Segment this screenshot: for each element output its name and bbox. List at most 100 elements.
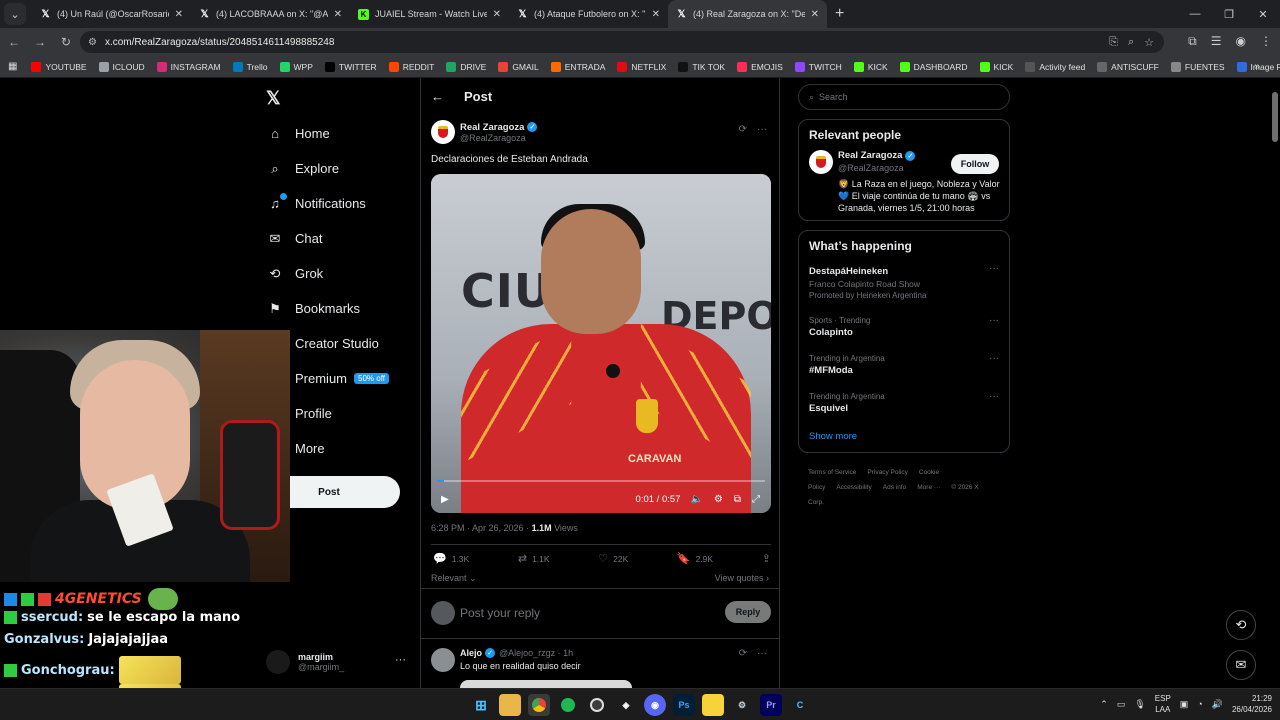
video-player[interactable]: CIU DEPORTIV CARAVAN ▶ 0:01 / 0:57 🔈 ⚙ ⧉… xyxy=(431,174,771,513)
bookmark-item[interactable]: KICK xyxy=(853,61,888,72)
trend-item[interactable]: DestapáHeineken Franco Colapinto Road Sho… xyxy=(799,259,1009,311)
app-c-icon[interactable]: C xyxy=(789,694,811,716)
tab-close-icon[interactable]: ✕ xyxy=(811,9,819,20)
author-handle[interactable]: @RealZaragoza xyxy=(460,133,537,143)
nav-home[interactable]: ⌂ Home xyxy=(266,116,416,151)
bookmark-item[interactable]: DRIVE xyxy=(446,61,486,72)
nav-explore[interactable]: ⌕ Explore xyxy=(266,151,416,186)
browser-tab[interactable]: 𝕏 (4) Un Raúl (@OscarRosario56) ✕ xyxy=(32,0,191,28)
trend-item[interactable]: Trending in Argentina #MFModa ··· xyxy=(799,349,1009,387)
restore-icon[interactable]: ❐ xyxy=(1212,8,1246,21)
obs-icon[interactable] xyxy=(586,694,608,716)
show-more-link[interactable]: Show more xyxy=(799,425,1009,452)
bookmark-item[interactable]: GMAIL xyxy=(498,61,539,72)
back-arrow-icon[interactable]: ← xyxy=(431,89,444,104)
browser-tab[interactable]: K JUAIEL Stream - Watch Live on ✕ xyxy=(350,0,509,28)
bookmark-item[interactable]: ENTRADA xyxy=(550,61,605,72)
tray-overflow-icon[interactable]: ⌃ xyxy=(1100,699,1108,710)
browser-menu-icon[interactable]: ⋮ xyxy=(1260,34,1272,49)
apps-grid-icon[interactable]: ▦ xyxy=(8,61,17,72)
bookmark-item[interactable]: WPP xyxy=(279,61,313,72)
x-logo-icon[interactable]: 𝕏 xyxy=(266,88,281,109)
close-window-icon[interactable]: ✕ xyxy=(1246,8,1280,21)
messages-fab-icon[interactable]: ✉ xyxy=(1226,650,1256,680)
address-bar[interactable]: ⚙ x.com/RealZaragoza/status/204851461149… xyxy=(80,31,1164,53)
star-icon[interactable]: ☆ xyxy=(1144,36,1154,49)
bookmark-item[interactable]: REDDIT xyxy=(388,61,434,72)
trend-more-icon[interactable]: ··· xyxy=(989,391,999,402)
chrome-icon[interactable] xyxy=(528,694,550,716)
trend-more-icon[interactable]: ··· xyxy=(989,315,999,326)
bookmark-item[interactable]: NETFLIX xyxy=(617,61,666,72)
avatar[interactable] xyxy=(431,648,455,672)
grok-icon[interactable]: ⟳ xyxy=(739,648,747,659)
video-progress-bar[interactable] xyxy=(437,480,765,482)
page-scrollbar[interactable] xyxy=(1272,78,1278,688)
real-zaragoza-avatar[interactable] xyxy=(431,120,455,144)
person-name[interactable]: Real Zaragoza xyxy=(838,150,902,161)
scrollbar-thumb[interactable] xyxy=(1272,92,1278,142)
grok-fab-icon[interactable]: ⟲ xyxy=(1226,610,1256,640)
bookmark-item[interactable]: INSTAGRAM xyxy=(156,61,221,72)
reply-input[interactable]: Post your reply xyxy=(460,606,540,620)
reply-button[interactable]: Reply xyxy=(725,601,771,623)
bookmark-item[interactable]: FUENTES xyxy=(1170,61,1225,72)
browser-tab[interactable]: 𝕏 (4) Real Zaragoza on X: "Declar ✕ xyxy=(668,0,827,28)
bookmark-item[interactable]: Trello xyxy=(232,61,268,72)
footer-link[interactable]: Terms of Service xyxy=(808,469,856,476)
bookmark-item[interactable]: Activity feed xyxy=(1025,61,1085,72)
search-input[interactable]: ⌕ Search xyxy=(798,84,1010,110)
footer-link[interactable]: More ··· xyxy=(917,484,940,491)
tab-close-icon[interactable]: ✕ xyxy=(493,9,501,20)
nav-notifications[interactable]: ♫ Notifications xyxy=(266,186,416,221)
trend-more-icon[interactable]: ··· xyxy=(989,353,999,364)
tab-search-button[interactable]: ⌄ xyxy=(4,3,26,25)
footer-link[interactable]: Privacy Policy xyxy=(867,469,907,476)
settings-icon[interactable]: ⚙ xyxy=(714,494,723,505)
footer-link[interactable]: Accessibility xyxy=(836,484,871,491)
clock[interactable]: 21:29 26/04/2026 xyxy=(1232,693,1272,715)
steam-icon[interactable]: ⚙ xyxy=(731,694,753,716)
file-explorer-icon[interactable] xyxy=(499,694,521,716)
browser-tab[interactable]: 𝕏 (4) LACOBRAAA on X: "@Ataqu ✕ xyxy=(191,0,350,28)
like-action[interactable]: ♡ 22K xyxy=(598,552,628,565)
site-info-icon[interactable]: ⚙ xyxy=(88,37,97,48)
discord-icon[interactable]: ◉ xyxy=(644,694,666,716)
trend-item[interactable]: Trending in Argentina Esquivel ··· xyxy=(799,387,1009,425)
trend-item[interactable]: Sports · Trending Colapinto ··· xyxy=(799,311,1009,349)
share-action[interactable]: ⇪ xyxy=(762,552,771,565)
bookmarks-overflow-icon[interactable]: » xyxy=(1254,61,1260,72)
bookmark-action[interactable]: 🔖 2.9K xyxy=(677,552,713,565)
bookmark-item[interactable]: YOUTUBE xyxy=(31,61,87,72)
new-tab-button[interactable]: + xyxy=(835,5,844,23)
grok-icon[interactable]: ⟳ xyxy=(739,124,747,135)
bookmark-item[interactable]: ICLOUD xyxy=(98,61,145,72)
display-icon[interactable]: ▣ xyxy=(1180,699,1189,710)
bookmark-item[interactable]: ANTISCUFF xyxy=(1097,61,1159,72)
fullscreen-icon[interactable]: ⤢ xyxy=(752,494,760,505)
forward-icon[interactable]: → xyxy=(28,35,52,49)
reload-icon[interactable]: ↻ xyxy=(54,35,78,49)
spotify-icon[interactable] xyxy=(557,694,579,716)
zoom-icon[interactable]: ⌕ xyxy=(1128,36,1134,49)
premiere-icon[interactable]: Pr xyxy=(760,694,782,716)
real-zaragoza-avatar[interactable] xyxy=(809,150,833,174)
nav-chat[interactable]: ✉ Chat xyxy=(266,221,416,256)
extensions-icon[interactable]: ⧉ xyxy=(1188,34,1197,49)
profile-avatar-icon[interactable]: ◉ xyxy=(1236,34,1246,49)
capture-icon[interactable]: ◈ xyxy=(615,694,637,716)
reply-action[interactable]: 💬 1.3K xyxy=(433,552,469,565)
bookmark-item[interactable]: EMOJIS xyxy=(737,61,783,72)
volume-icon[interactable]: 🔈 xyxy=(690,494,702,505)
author-name[interactable]: Real Zaragoza xyxy=(460,122,524,133)
tab-close-icon[interactable]: ✕ xyxy=(175,9,183,20)
language-indicator[interactable]: ESP LAA xyxy=(1155,693,1171,715)
picture-in-picture-icon[interactable]: ⧉ xyxy=(734,494,741,505)
back-icon[interactable]: ← xyxy=(2,35,26,49)
reading-list-icon[interactable]: ☰ xyxy=(1211,34,1222,49)
photoshop-icon[interactable]: Ps xyxy=(673,694,695,716)
view-quotes-link[interactable]: View quotes › xyxy=(715,573,769,583)
post-more-icon[interactable]: ··· xyxy=(757,124,767,135)
nav-bookmarks[interactable]: ⚑ Bookmarks xyxy=(266,291,416,326)
install-icon[interactable]: ⎘ xyxy=(1109,36,1118,49)
